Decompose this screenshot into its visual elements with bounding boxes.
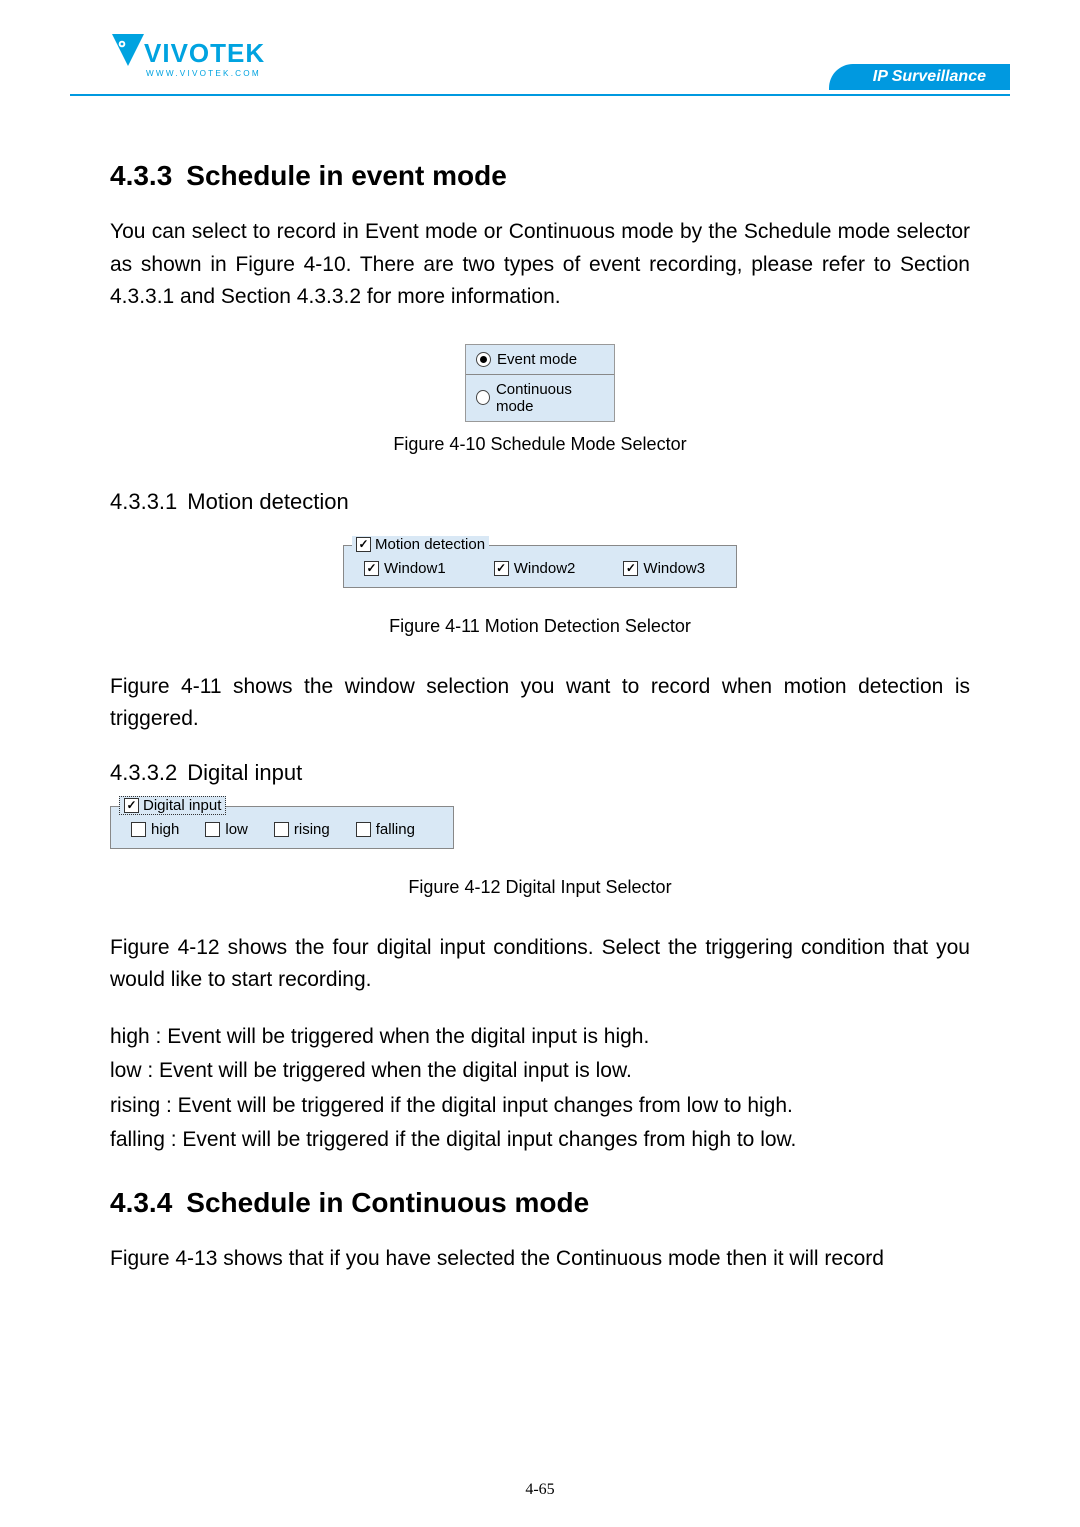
checkbox-icon	[131, 822, 146, 837]
checkbox-label: Window3	[643, 560, 705, 577]
section-heading-434: 4.3.4 Schedule in Continuous mode	[110, 1187, 970, 1219]
section-number: 4.3.4	[110, 1187, 172, 1219]
figure-410: Event mode Continuous mode	[110, 344, 970, 422]
header-divider	[70, 94, 1010, 96]
checkbox-icon	[205, 822, 220, 837]
section-heading-433: 4.3.3 Schedule in event mode	[110, 160, 970, 192]
header-tagline: IP Surveillance	[829, 64, 1010, 90]
section-number: 4.3.3.2	[110, 760, 177, 786]
figure-411: Motion detection Window1 Window2 Window3	[110, 545, 970, 588]
vivotek-logo: VIVOTEK WWW.VIVOTEK.COM	[110, 30, 310, 86]
figure-412: Digital input high low rising	[110, 806, 970, 849]
section-title: Motion detection	[187, 489, 348, 514]
checkbox-falling[interactable]: falling	[356, 821, 415, 838]
section-title: Digital input	[187, 760, 302, 785]
groupbox-legend[interactable]: Digital input	[119, 796, 226, 815]
section-title: Schedule in Continuous mode	[186, 1187, 589, 1218]
motion-detection-group: Motion detection Window1 Window2 Window3	[343, 545, 737, 588]
checkbox-label: falling	[376, 821, 415, 838]
page-content: 4.3.3 Schedule in event mode You can sele…	[70, 160, 1010, 1276]
di-falling-line: falling : Event will be triggered if the…	[110, 1124, 970, 1157]
checkbox-window1[interactable]: Window1	[364, 560, 446, 577]
checkbox-icon	[623, 561, 638, 576]
figure-410-caption: Figure 4-10 Schedule Mode Selector	[110, 434, 970, 455]
checkbox-icon	[124, 798, 139, 813]
checkbox-label: Window1	[384, 560, 446, 577]
checkbox-high[interactable]: high	[131, 821, 179, 838]
svg-text:VIVOTEK: VIVOTEK	[144, 38, 265, 68]
checkbox-window3[interactable]: Window3	[623, 560, 705, 577]
radio-label: Continuous mode	[496, 381, 604, 415]
checkbox-label: low	[225, 821, 248, 838]
checkbox-low[interactable]: low	[205, 821, 248, 838]
page-number: 4-65	[0, 1481, 1080, 1499]
section-434-intro: Figure 4-13 shows that if you have selec…	[110, 1243, 970, 1276]
checkbox-rising[interactable]: rising	[274, 821, 330, 838]
section-title: Schedule in event mode	[186, 160, 507, 191]
radio-icon	[476, 352, 491, 367]
radio-event-mode[interactable]: Event mode	[466, 345, 614, 374]
legend-label: Digital input	[143, 797, 221, 814]
checkbox-icon	[364, 561, 379, 576]
figure-411-desc: Figure 4-11 shows the window selection y…	[110, 671, 970, 736]
page-root: VIVOTEK WWW.VIVOTEK.COM IP Surveillance …	[0, 0, 1080, 1527]
section-number: 4.3.3.1	[110, 489, 177, 515]
di-low-line: low : Event will be triggered when the d…	[110, 1055, 970, 1088]
page-header: VIVOTEK WWW.VIVOTEK.COM IP Surveillance	[70, 30, 1010, 100]
figure-412-caption: Figure 4-12 Digital Input Selector	[110, 877, 970, 898]
checkbox-icon	[494, 561, 509, 576]
checkbox-label: Window2	[514, 560, 576, 577]
figure-412-desc: Figure 4-12 shows the four digital input…	[110, 932, 970, 997]
checkbox-label: rising	[294, 821, 330, 838]
radio-continuous-mode[interactable]: Continuous mode	[466, 375, 614, 421]
checkbox-icon	[356, 822, 371, 837]
radio-label: Event mode	[497, 351, 577, 368]
checkbox-label: high	[151, 821, 179, 838]
radio-icon	[476, 390, 490, 405]
figure-411-caption: Figure 4-11 Motion Detection Selector	[110, 616, 970, 637]
section-number: 4.3.3	[110, 160, 172, 192]
svg-text:WWW.VIVOTEK.COM: WWW.VIVOTEK.COM	[146, 69, 261, 78]
section-433-intro: You can select to record in Event mode o…	[110, 216, 970, 314]
section-heading-4332: 4.3.3.2 Digital input	[110, 760, 970, 786]
digital-input-group: Digital input high low rising	[110, 806, 454, 849]
checkbox-window2[interactable]: Window2	[494, 560, 576, 577]
checkbox-icon	[274, 822, 289, 837]
groupbox-legend[interactable]: Motion detection	[352, 536, 489, 553]
di-rising-line: rising : Event will be triggered if the …	[110, 1090, 970, 1123]
section-heading-4331: 4.3.3.1 Motion detection	[110, 489, 970, 515]
checkbox-icon	[356, 537, 371, 552]
di-high-line: high : Event will be triggered when the …	[110, 1021, 970, 1054]
mode-selector-box: Event mode Continuous mode	[465, 344, 615, 422]
legend-label: Motion detection	[375, 536, 485, 553]
